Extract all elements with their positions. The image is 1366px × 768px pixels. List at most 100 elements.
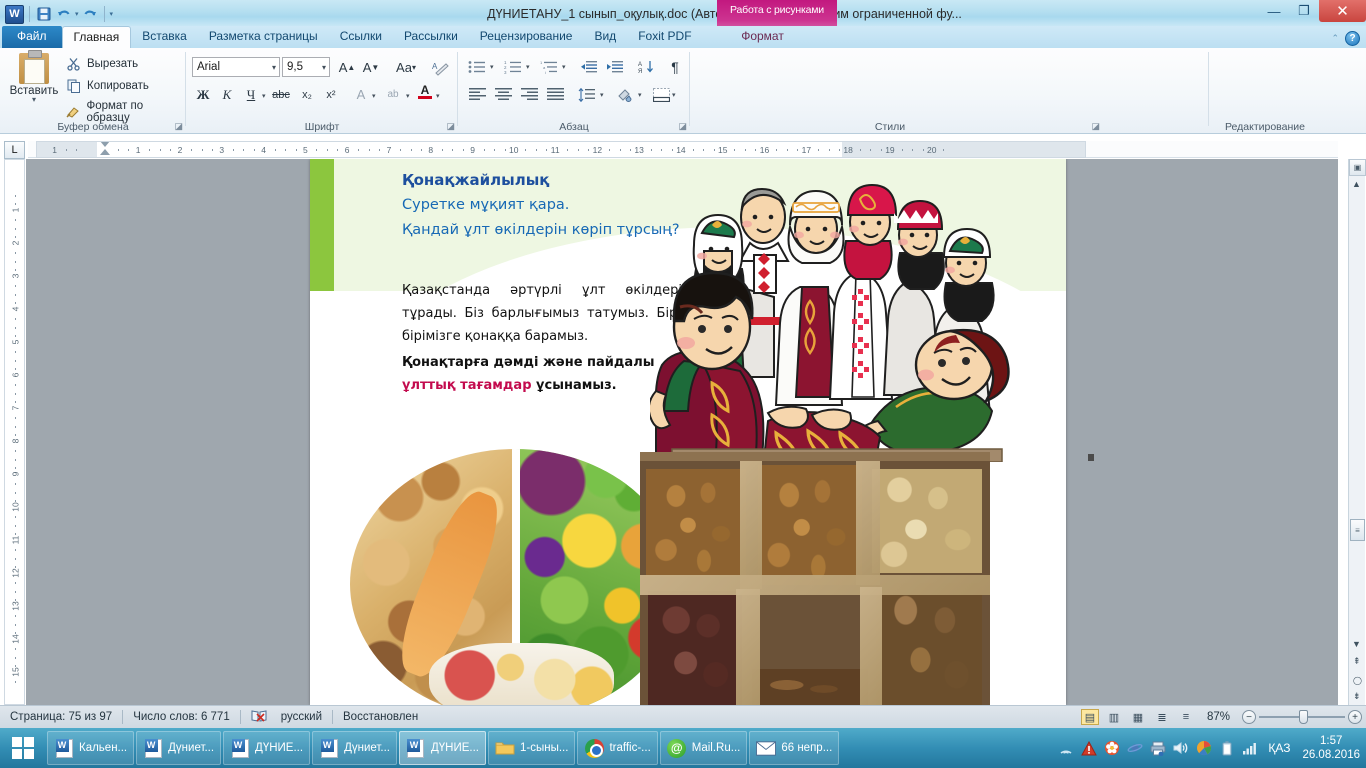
people-illustration[interactable] [647, 177, 1040, 466]
bold-button[interactable]: Ж [192, 84, 214, 105]
taskbar-item-word-3[interactable]: ДҮНИЕ... [223, 731, 311, 765]
bullets-caret[interactable]: ▾ [490, 63, 494, 71]
horizontal-ruler[interactable]: 211234567891011121314151617181920 [28, 141, 1338, 158]
align-left-icon[interactable] [466, 84, 488, 105]
scroll-up-arrow-icon[interactable]: ▲ [1352, 179, 1361, 189]
align-right-icon[interactable] [518, 84, 540, 105]
tab-view[interactable]: Вид [583, 26, 627, 48]
cut-button[interactable]: Вырезать [66, 56, 138, 72]
taskbar-item-word-5-active[interactable]: ДҮНИЕ... [398, 731, 486, 765]
tab-file[interactable]: Файл [2, 26, 62, 48]
word-app-icon[interactable]: W [5, 4, 24, 24]
beachball-icon[interactable] [1195, 740, 1212, 757]
show-marks-icon[interactable]: ¶ [664, 56, 686, 77]
proofing-status-icon[interactable] [241, 709, 277, 726]
numbering-icon[interactable]: 123 [502, 56, 524, 77]
superscript-button[interactable]: x² [320, 84, 342, 105]
help-icon[interactable]: ? [1345, 31, 1360, 46]
underline-caret[interactable]: ▾ [262, 92, 266, 100]
scroll-down-arrow-icon[interactable]: ▼ [1352, 639, 1361, 649]
language-indicator[interactable]: русский [277, 711, 332, 723]
save-icon[interactable] [35, 5, 53, 23]
align-center-icon[interactable] [492, 84, 514, 105]
view-outline-icon[interactable]: ≣ [1153, 709, 1171, 725]
decrease-indent-icon[interactable] [578, 56, 600, 77]
font-color-caret[interactable]: ▾ [436, 92, 440, 100]
taskbar-item-mailru[interactable]: @ Mail.Ru... [659, 731, 748, 765]
hanging-indent-marker[interactable] [100, 149, 110, 155]
collapse-ribbon-icon[interactable]: ⌃ [1331, 33, 1339, 44]
language-indicator-tray[interactable]: ҚАЗ [1264, 741, 1294, 755]
tab-references[interactable]: Ссылки [329, 26, 393, 48]
taskbar-item-mail[interactable]: 66 непр... [749, 731, 840, 765]
increase-indent-icon[interactable] [604, 56, 626, 77]
borders-icon[interactable] [650, 84, 672, 105]
grow-font-icon[interactable]: A ▲ [336, 57, 358, 78]
taskbar-item-word-4[interactable]: Дүниет... [312, 731, 397, 765]
text-effects-button[interactable]: A [350, 84, 372, 105]
food-circle-image[interactable] [350, 449, 680, 705]
zoom-level[interactable]: 87% [1201, 711, 1236, 723]
scrollbar-thumb[interactable]: ≡ [1350, 519, 1365, 541]
tab-page-layout[interactable]: Разметка страницы [198, 26, 329, 48]
underline-button[interactable]: Ч [240, 84, 262, 105]
clear-formatting-icon[interactable]: A [430, 57, 452, 78]
multilevel-caret[interactable]: ▾ [562, 63, 566, 71]
italic-button[interactable]: К [216, 84, 238, 105]
minimize-button[interactable]: — [1259, 0, 1289, 22]
first-line-indent-marker[interactable] [100, 142, 110, 147]
network-icon[interactable] [1241, 740, 1258, 757]
shading-icon[interactable] [614, 84, 636, 105]
restore-button[interactable]: ❐ [1289, 0, 1319, 22]
saturn-icon[interactable] [1126, 740, 1143, 757]
view-print-layout-icon[interactable]: ▤ [1080, 709, 1099, 725]
shading-caret[interactable]: ▾ [638, 91, 642, 99]
tab-foxit-pdf[interactable]: Foxit PDF [627, 26, 702, 48]
view-web-layout-icon[interactable]: ▦ [1129, 709, 1147, 725]
tab-review[interactable]: Рецензирование [469, 26, 584, 48]
zoom-slider[interactable]: − + [1242, 710, 1362, 724]
nuts-box-image[interactable] [640, 452, 990, 705]
zoom-slider-thumb[interactable] [1299, 710, 1308, 724]
volume-icon[interactable] [1172, 740, 1189, 757]
clock[interactable]: 1:57 26.08.2016 [1300, 734, 1360, 762]
tab-insert[interactable]: Вставка [131, 26, 198, 48]
taskbar-item-folder[interactable]: 1-сыны... [487, 731, 576, 765]
flower-icon[interactable] [1103, 740, 1120, 757]
page-indicator[interactable]: Страница: 75 из 97 [0, 711, 122, 723]
justify-icon[interactable] [544, 84, 566, 105]
warning-icon[interactable] [1080, 740, 1097, 757]
tab-picture-format[interactable]: Формат [703, 26, 823, 48]
line-spacing-icon[interactable] [576, 84, 598, 105]
document-canvas[interactable]: Қонақжайлылық Суретке мұқият қара. Қанда… [26, 159, 1338, 705]
subscript-button[interactable]: x₂ [296, 84, 318, 105]
horizontal-ruler-track[interactable]: 211234567891011121314151617181920 [36, 141, 1086, 158]
copy-button[interactable]: Копировать [66, 78, 149, 94]
signal-icon[interactable] [1057, 740, 1074, 757]
zoom-out-button[interactable]: − [1242, 710, 1256, 724]
undo-icon[interactable] [55, 5, 73, 23]
font-size-combo[interactable]: 9,5 ▾ [282, 57, 330, 77]
taskbar-item-chrome[interactable]: traffic-... [577, 731, 658, 765]
close-button[interactable]: ✕ [1319, 0, 1366, 22]
taskbar-item-word-2[interactable]: Дүниет... [136, 731, 222, 765]
document-vertical-scrollbar[interactable]: ▣ ▲ ≡ ▼ ⇞ ◯ ⇟ [1348, 159, 1366, 705]
multilevel-list-icon[interactable]: 1ai [538, 56, 560, 77]
font-name-caret[interactable]: ▾ [272, 63, 276, 72]
zoom-in-button[interactable]: + [1348, 710, 1362, 724]
change-case-icon[interactable]: Aa ▾ [390, 57, 422, 78]
picture-anchor-handle[interactable] [1088, 454, 1094, 461]
view-full-screen-reading-icon[interactable]: ▥ [1105, 709, 1123, 725]
undo-dropdown-caret[interactable]: ▾ [75, 10, 79, 18]
bullets-icon[interactable] [466, 56, 488, 77]
view-draft-icon[interactable]: ≡ [1177, 709, 1195, 725]
borders-caret[interactable]: ▾ [672, 91, 676, 99]
paste-button[interactable]: Вставить ▾ [8, 50, 60, 104]
line-spacing-caret[interactable]: ▾ [600, 91, 604, 99]
highlight-button[interactable]: ab [382, 84, 404, 105]
battery-icon[interactable] [1218, 740, 1235, 757]
scroll-browse-object-icon[interactable]: ▣ [1349, 159, 1366, 176]
font-color-button[interactable]: A [414, 81, 436, 102]
shrink-font-icon[interactable]: A ▼ [360, 57, 382, 78]
numbering-caret[interactable]: ▾ [526, 63, 530, 71]
